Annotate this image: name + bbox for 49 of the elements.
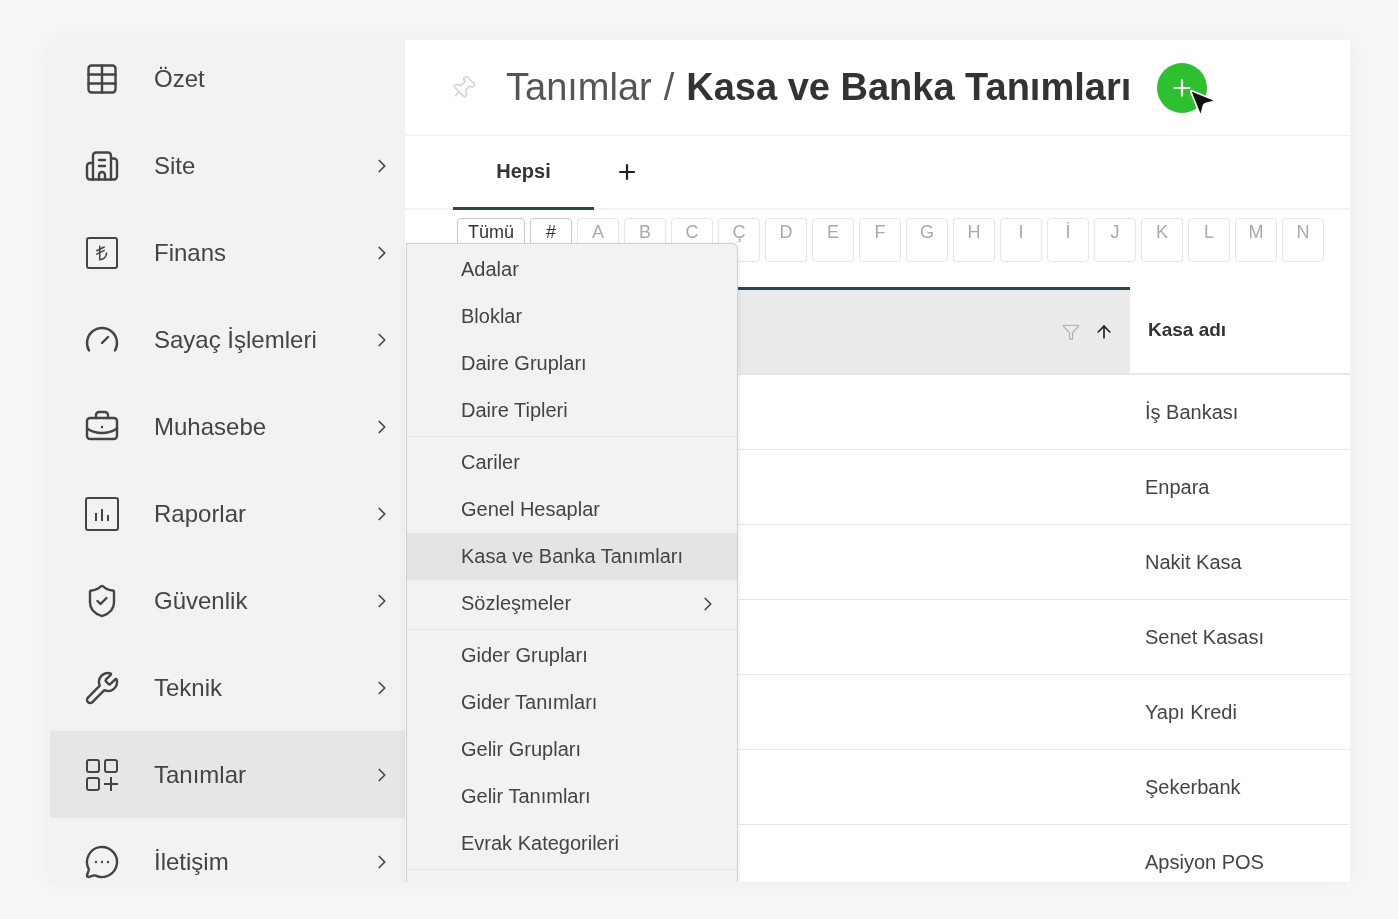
sidebar-label: Site [154, 151, 197, 180]
tab[interactable]: Hepsi [453, 136, 594, 210]
lira-icon [86, 236, 118, 269]
sidebar-label: Sayaç İşlemleri [154, 325, 318, 354]
breadcrumb-link[interactable]: Tanımlar [506, 66, 652, 109]
sidebar-label: Özet [154, 64, 206, 93]
table-cell-text: İş Bankası [1144, 399, 1240, 425]
sidebar-item[interactable]: Site [50, 122, 405, 209]
sidebar-item[interactable]: Muhasebe [50, 383, 405, 470]
bar-chart-icon [84, 495, 120, 532]
sidebar-item[interactable]: İletişim [50, 818, 405, 882]
menu-item[interactable]: Gider Tanımları [407, 679, 737, 726]
sidebar-label: Güvenlik [154, 586, 249, 615]
table-cell-text: Senet Kasası [1144, 624, 1265, 650]
sidebar-label: Finans [154, 238, 228, 267]
breadcrumb-separator: / [663, 66, 675, 109]
table-cell-text: Yapı Kredi [1144, 699, 1238, 725]
sidebar-item[interactable]: Güvenlik [50, 557, 405, 644]
sidebar-label: Teknik [154, 673, 224, 702]
menu-item[interactable]: Daire Grupları [407, 340, 737, 387]
menu-item[interactable]: Kasa ve Banka Tanımları [407, 533, 737, 580]
sidebar-item[interactable]: Raporlar [50, 470, 405, 557]
menu-item[interactable]: Gelir Tanımları [407, 773, 737, 820]
chat-icon [84, 843, 120, 880]
table-cell-text: Şekerbank [1144, 774, 1242, 800]
menu-item[interactable]: Daire Tipleri [407, 387, 737, 434]
sidebar-label: İletişim [154, 847, 230, 876]
table-cell-text: Nakit Kasa [1144, 549, 1243, 575]
wrench-icon [84, 669, 120, 706]
menu-item[interactable]: Evrak Kategorileri [407, 820, 737, 867]
page-title: Kasa ve Banka Tanımları [686, 66, 1132, 109]
table-cell-text: Enpara [1144, 474, 1211, 500]
sidebar-label: Muhasebe [154, 412, 268, 441]
menu-item[interactable]: Bloklar [407, 293, 737, 340]
menu-item[interactable]: Cariler [407, 439, 737, 486]
menu-item[interactable]: Sözleşmeler [407, 580, 737, 627]
sidebar-item[interactable]: Tanımlar [50, 731, 405, 818]
sidebar-item[interactable]: Özet [50, 40, 405, 122]
menu-item[interactable]: Gider Grupları [407, 632, 737, 679]
grid-plus-icon [85, 757, 119, 792]
sidebar-label: Tanımlar [154, 760, 248, 789]
menu-item[interactable]: Gelir Grupları [407, 726, 737, 773]
sidebar-item[interactable]: Sayaç İşlemleri [50, 296, 405, 383]
column-header[interactable]: Kasa adı [1130, 287, 1350, 373]
table-cell-text: Apsiyon POS [1144, 849, 1265, 875]
sidebar-item[interactable]: Teknik [50, 644, 405, 731]
sidebar-item[interactable]: Finans [50, 209, 405, 296]
menu-item[interactable]: Genel Hesaplar [407, 486, 737, 533]
sidebar-label: Raporlar [154, 499, 248, 528]
